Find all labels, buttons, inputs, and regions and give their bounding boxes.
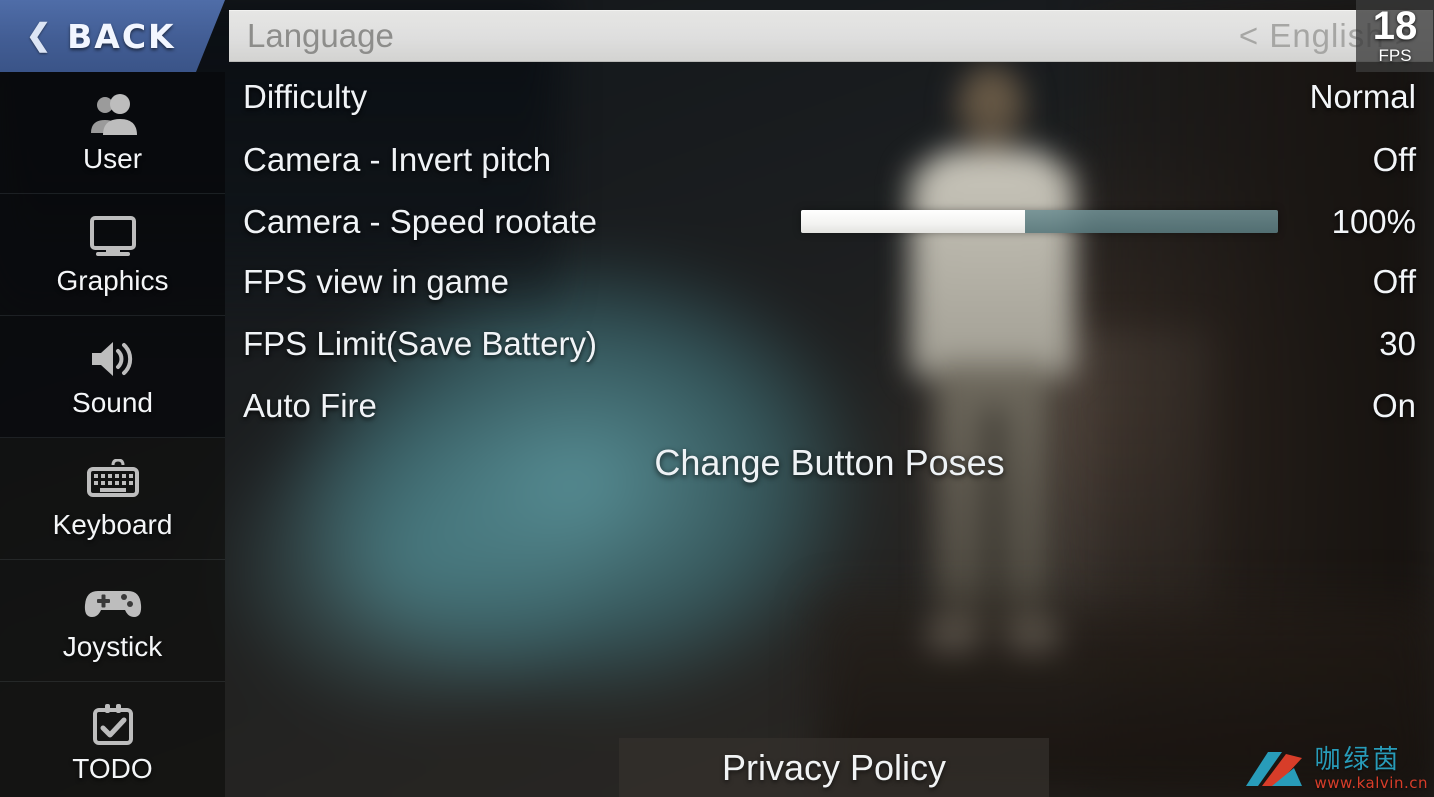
back-button-label: BACK: [67, 16, 176, 56]
back-button[interactable]: ❮ BACK: [0, 0, 225, 72]
sidebar-nav-list: User Graphics Sound Keyboard Joystick TO…: [0, 72, 225, 797]
gamepad-icon: [82, 579, 144, 627]
privacy-policy-label: Privacy Policy: [721, 746, 947, 788]
sidebar-item-label: Joystick: [62, 630, 163, 662]
settings-row-camera-speed-rotate[interactable]: Camera - Speed rootate 100%: [225, 196, 1434, 248]
sidebar-item-todo[interactable]: TODO: [0, 682, 225, 797]
settings-row-fps-limit[interactable]: FPS Limit(Save Battery) 30: [225, 318, 1434, 370]
game-settings-screen: ❮ BACK User Graphics Sound Keyboard Joys…: [0, 0, 1434, 797]
settings-row-auto-fire[interactable]: Auto Fire On: [225, 380, 1434, 432]
setting-label: FPS Limit(Save Battery): [243, 325, 597, 362]
setting-value[interactable]: Normal: [1310, 78, 1416, 116]
change-button-poses-label: Change Button Poses: [654, 442, 1005, 483]
sidebar-item-joystick[interactable]: Joystick: [0, 560, 225, 682]
watermark-logo-icon: [1242, 748, 1308, 790]
sidebar-item-user[interactable]: User: [0, 72, 225, 194]
fps-counter: 18 FPS: [1356, 0, 1434, 72]
keyboard-icon: [83, 457, 143, 505]
calendar-check-icon: [86, 701, 140, 749]
sidebar: ❮ BACK User Graphics Sound Keyboard Joys…: [0, 0, 225, 797]
sidebar-item-sound[interactable]: Sound: [0, 316, 225, 438]
setting-value[interactable]: Off: [1373, 263, 1416, 301]
watermark-text: 咖绿茵 www.kalvin.cn: [1314, 747, 1428, 791]
sidebar-item-label: User: [82, 142, 143, 174]
sidebar-item-keyboard[interactable]: Keyboard: [0, 438, 225, 560]
setting-label: Difficulty: [243, 78, 368, 115]
settings-row-camera-invert-pitch[interactable]: Camera - Invert pitch Off: [225, 134, 1434, 186]
watermark-brand: 咖绿茵: [1314, 745, 1402, 775]
settings-row-difficulty[interactable]: Difficulty Normal: [225, 71, 1434, 123]
setting-value[interactable]: On: [1372, 387, 1416, 425]
setting-label: Camera - Invert pitch: [243, 141, 552, 178]
sidebar-item-label: Keyboard: [52, 508, 173, 540]
sidebar-item-label: Graphics: [56, 264, 169, 296]
sidebar-item-graphics[interactable]: Graphics: [0, 194, 225, 316]
sidebar-item-label: TODO: [72, 752, 153, 784]
setting-label: Auto Fire: [243, 387, 377, 424]
setting-label: Camera - Speed rootate: [243, 203, 598, 240]
change-button-poses-button[interactable]: Change Button Poses: [225, 442, 1434, 484]
setting-value[interactable]: Off: [1373, 141, 1416, 179]
users-icon: [85, 91, 141, 139]
watermark-url: www.kalvin.cn: [1314, 774, 1428, 792]
setting-label: Language: [247, 17, 394, 54]
setting-value: 100%: [1331, 203, 1416, 240]
sidebar-item-label: Sound: [72, 386, 153, 418]
camera-speed-slider[interactable]: [801, 210, 1278, 233]
settings-panel: Language < English > Difficulty Normal C…: [225, 0, 1434, 797]
privacy-policy-button[interactable]: Privacy Policy: [619, 738, 1049, 797]
monitor-icon: [86, 213, 140, 261]
fps-value: 18: [1372, 3, 1418, 48]
chevron-left-icon: ❮: [26, 19, 52, 52]
settings-row-language[interactable]: Language < English >: [229, 10, 1433, 62]
settings-row-fps-view[interactable]: FPS view in game Off: [225, 256, 1434, 308]
fps-unit-label: FPS: [1378, 45, 1412, 65]
watermark: 咖绿茵 www.kalvin.cn: [1242, 747, 1428, 791]
speaker-volume-icon: [86, 335, 140, 383]
setting-label: FPS view in game: [243, 263, 509, 300]
slider-fill: [801, 210, 1026, 233]
setting-value[interactable]: 30: [1379, 325, 1416, 363]
